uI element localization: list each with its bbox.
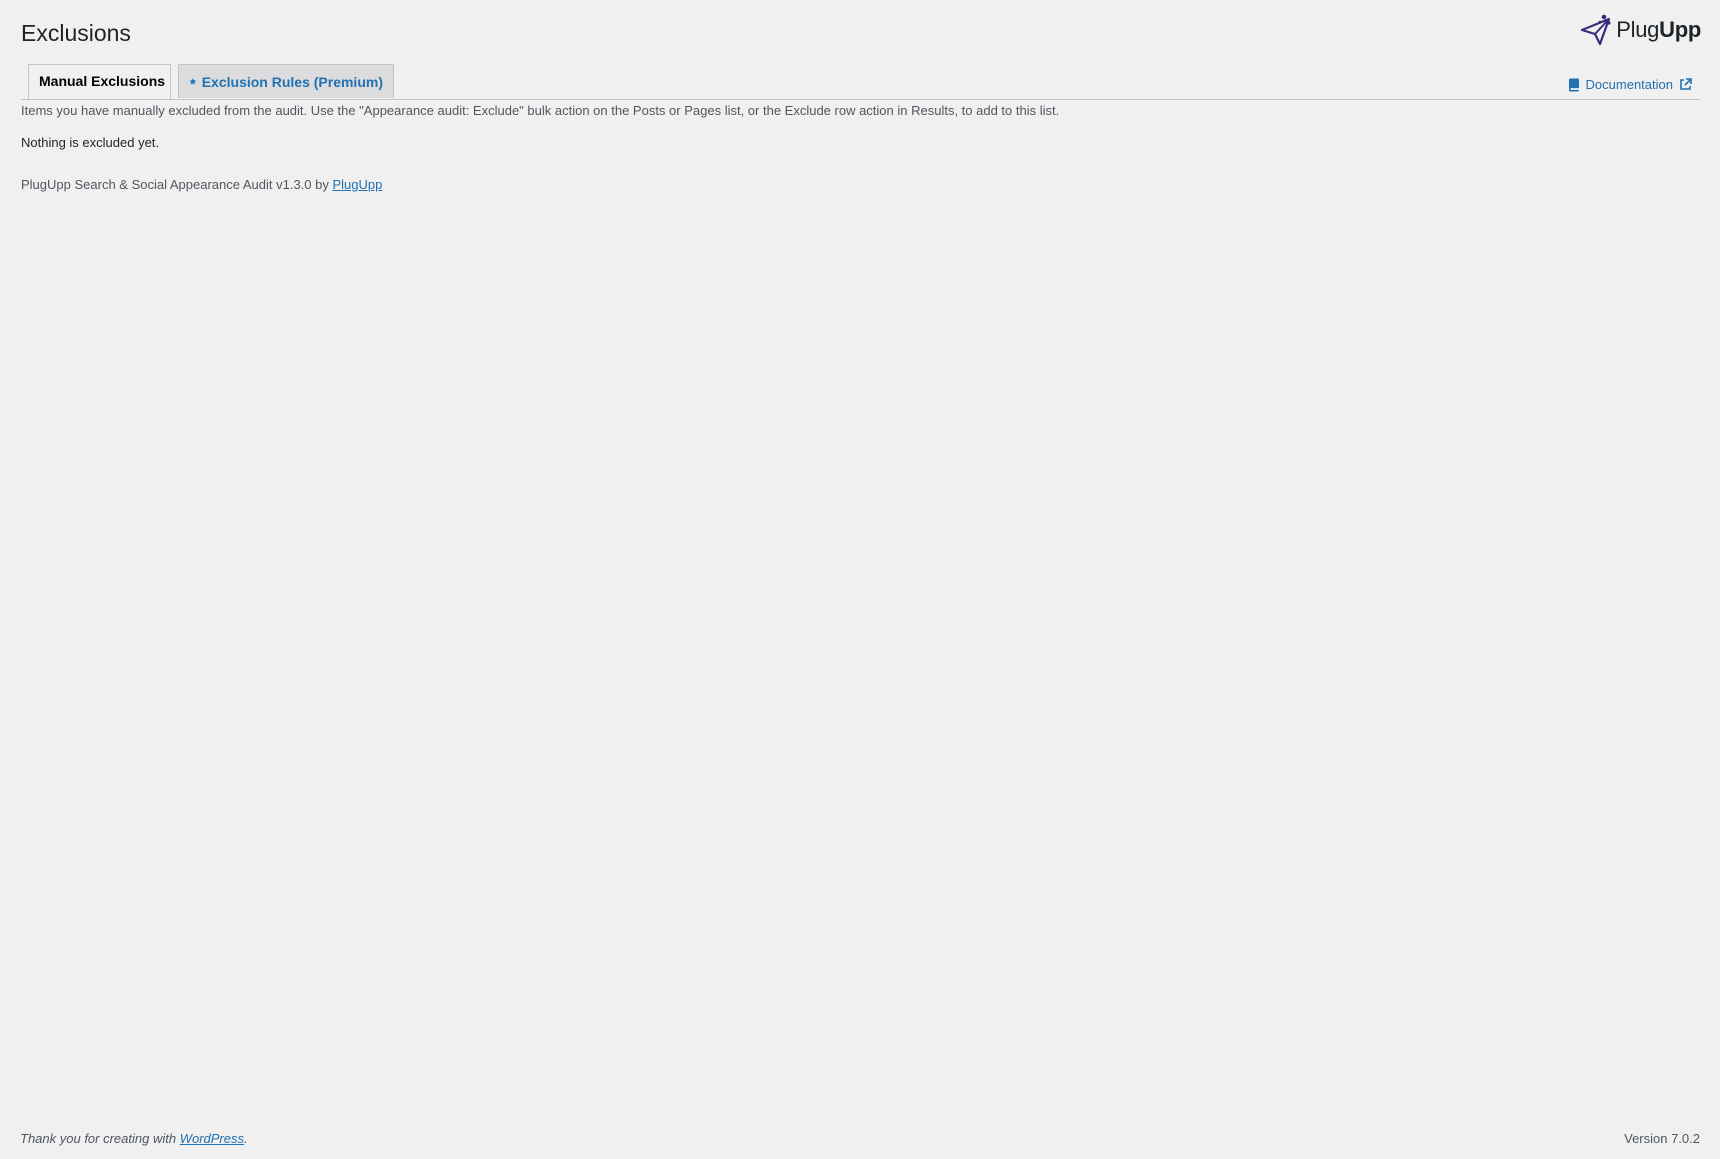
- footer-version: Version 7.0.2: [1624, 1131, 1700, 1146]
- plugin-credit: PlugUpp Search & Social Appearance Audit…: [21, 177, 382, 193]
- documentation-link[interactable]: Documentation: [1568, 77, 1692, 92]
- paper-plane-logo-icon: [1581, 14, 1611, 46]
- logo-wordmark: PlugUpp: [1616, 17, 1701, 42]
- footer-thanks-text: Thank you for creating with: [20, 1131, 180, 1146]
- star-icon: [189, 78, 197, 85]
- documentation-label: Documentation: [1585, 77, 1673, 92]
- book-icon: [1568, 78, 1579, 91]
- tab-exclusion-rules-premium[interactable]: Exclusion Rules (Premium): [178, 64, 394, 98]
- footer-thanks-suffix: .: [244, 1131, 248, 1146]
- empty-state-message: Nothing is excluded yet.: [21, 135, 160, 150]
- page-description: Items you have manually excluded from th…: [21, 103, 1060, 118]
- plugupp-link[interactable]: PlugUpp: [332, 177, 382, 192]
- footer-thanks: Thank you for creating with WordPress.: [20, 1131, 248, 1147]
- page-title: Exclusions: [21, 20, 131, 46]
- wordpress-link[interactable]: WordPress: [180, 1131, 244, 1146]
- tab-label: Exclusion Rules (Premium): [201, 73, 383, 90]
- tab-label: Manual Exclusions: [39, 73, 166, 89]
- tab-manual-exclusions[interactable]: Manual Exclusions: [28, 64, 171, 99]
- tab-bar: Manual Exclusions Exclusion Rules (Premi…: [21, 64, 1700, 100]
- plugin-credit-text: PlugUpp Search & Social Appearance Audit…: [21, 177, 333, 192]
- plugupp-logo: PlugUpp: [1579, 13, 1701, 47]
- external-link-icon: [1680, 78, 1692, 90]
